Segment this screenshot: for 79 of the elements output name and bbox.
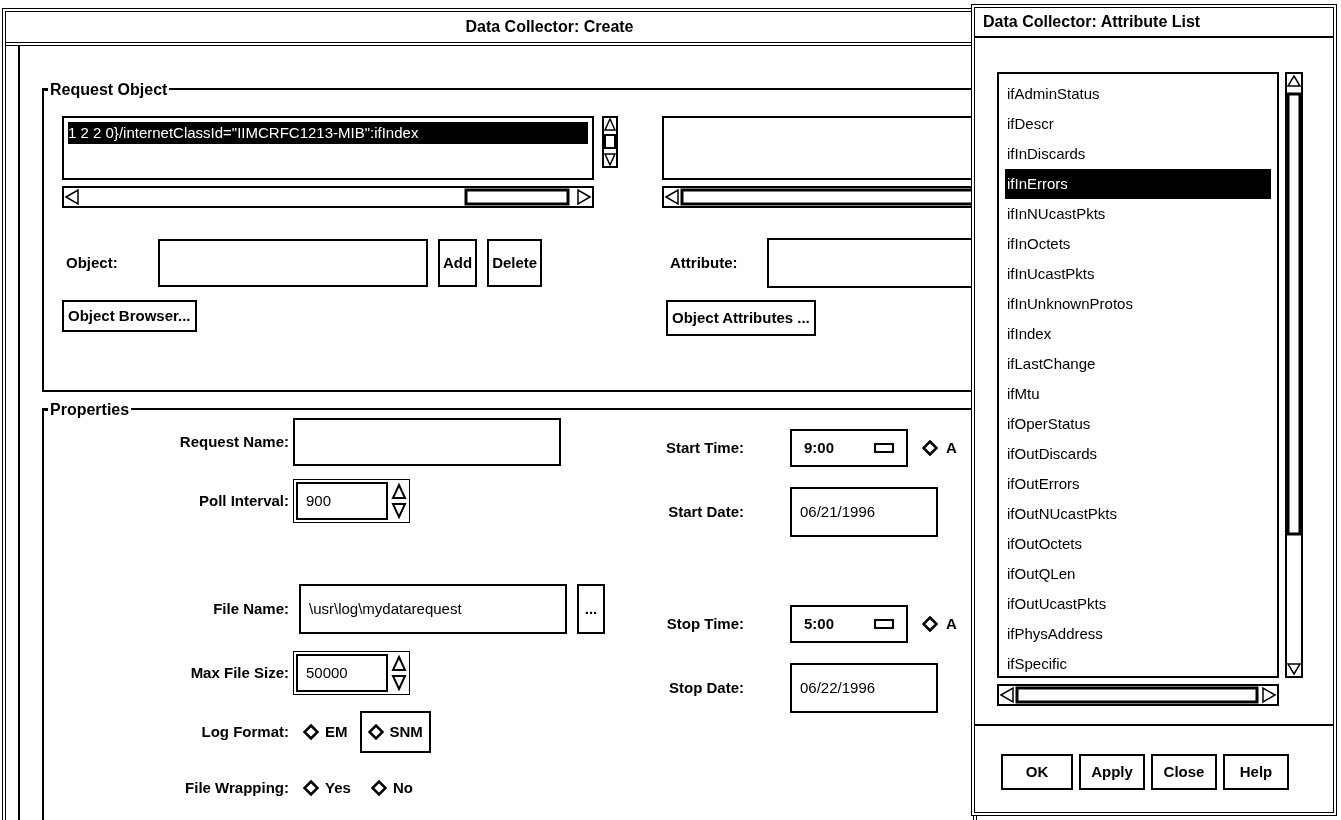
horizontal-scrollbar[interactable] [662,186,973,208]
radio-diamond-icon[interactable] [367,724,384,740]
radio-diamond-icon[interactable] [303,724,319,740]
list-item[interactable]: ifDescr [1005,109,1271,139]
list-item[interactable]: 1 2 2 0}/internetClassId="IIMCRFC1213-MIB":ifIndex [68,122,588,144]
number-field[interactable]: 50000 [296,654,388,692]
field-label: Log Format: [200,721,290,742]
dialog-button[interactable]: Help [1223,754,1289,790]
field-label: Stop Time: [665,613,745,634]
list-item[interactable]: ifInOctets [1005,229,1271,259]
spin-arrows-icon[interactable] [391,655,407,691]
radio-diamond-icon[interactable] [922,440,938,456]
time-field[interactable]: 5:00 [790,605,908,643]
list-item[interactable]: ifMtu [1005,379,1271,409]
list-scroll-arrows-icon[interactable] [602,116,618,168]
attribute-field[interactable] [767,238,973,288]
field-label: Poll Interval: [197,490,290,511]
field-label: Max File Size: [189,662,290,683]
field-label: File Name: [212,598,290,619]
list-item[interactable]: ifInNUcastPkts [1005,199,1271,229]
list-item[interactable]: ifIndex [1005,319,1271,349]
list-item[interactable]: ifInDiscards [1005,139,1271,169]
radio-label: A [946,613,957,634]
list-item[interactable]: ifSpecific [1005,649,1271,676]
object-attributes-button[interactable]: Object Attributes ... [666,300,816,336]
object-field[interactable] [158,239,428,287]
list-item[interactable]: ifOutDiscards [1005,439,1271,469]
list-item[interactable]: ifLastChange [1005,349,1271,379]
date-field[interactable]: 06/21/1996 [790,487,938,537]
field-label: Start Date: [667,501,745,522]
list-item[interactable]: ifPhysAddress [1005,619,1271,649]
dialog-button[interactable]: OK [1001,754,1073,790]
radio-label: Yes [325,777,351,798]
field-label: File Wrapping: [184,777,290,798]
object-browser-button[interactable]: Object Browser... [62,300,197,332]
radio-option[interactable]: SNM [359,711,431,753]
add-button[interactable]: Add [438,239,478,287]
window-title: Data Collector: Attribute List [983,12,1201,32]
radio-diamond-icon[interactable] [922,616,938,632]
horizontal-scrollbar[interactable] [62,186,594,208]
list-item[interactable]: ifInUnknownProtos [1005,289,1271,319]
list-item[interactable]: ifOutUcastPkts [1005,589,1271,619]
dialog-button[interactable]: Close [1151,754,1217,790]
time-field[interactable]: 9:00 [790,429,908,467]
horizontal-scrollbar[interactable] [997,684,1279,706]
field-label: Object: [66,252,119,273]
radio-option[interactable]: Yes [295,767,359,809]
list-item[interactable]: ifOperStatus [1005,409,1271,439]
file-name-field[interactable]: \usr\log\mydatarequest [299,584,567,634]
list-item[interactable]: ifInUcastPkts [1005,259,1271,289]
radio-label: EM [325,721,348,742]
list-item[interactable]: ifInErrors [1005,169,1271,199]
list-item[interactable]: ifOutNUcastPkts [1005,499,1271,529]
group-title: Properties [48,401,132,419]
radio-diamond-icon[interactable] [370,780,387,796]
vertical-scrollbar[interactable] [1285,72,1303,678]
radio-diamond-icon[interactable] [303,780,319,796]
radio-option[interactable]: No [362,767,421,809]
delete-button[interactable]: Delete [487,239,543,287]
radio-label: SNM [389,721,423,742]
field-label: Stop Date: [668,677,745,698]
text-field[interactable] [293,418,561,466]
field-label: Request Name: [178,431,290,452]
number-field[interactable]: 900 [296,482,388,520]
radio-option[interactable]: EM [295,711,356,753]
dialog-button[interactable]: Apply [1079,754,1145,790]
group-title: Request Object [48,81,170,99]
list-item[interactable]: ifAdminStatus [1005,79,1271,109]
radio-label: No [392,777,413,798]
list-item[interactable]: ifOutOctets [1005,529,1271,559]
list-item[interactable]: ifOutQLen [1005,559,1271,589]
window-title: Data Collector: Create [464,17,634,37]
field-label: Start Time: [664,437,745,458]
field-label: Attribute: [670,252,739,273]
spin-arrows-icon[interactable] [391,483,407,519]
list-item[interactable]: ifOutErrors [1005,469,1271,499]
browse-button[interactable]: ... [577,584,605,634]
date-field[interactable]: 06/22/1996 [790,663,938,713]
radio-label: A [946,437,957,458]
